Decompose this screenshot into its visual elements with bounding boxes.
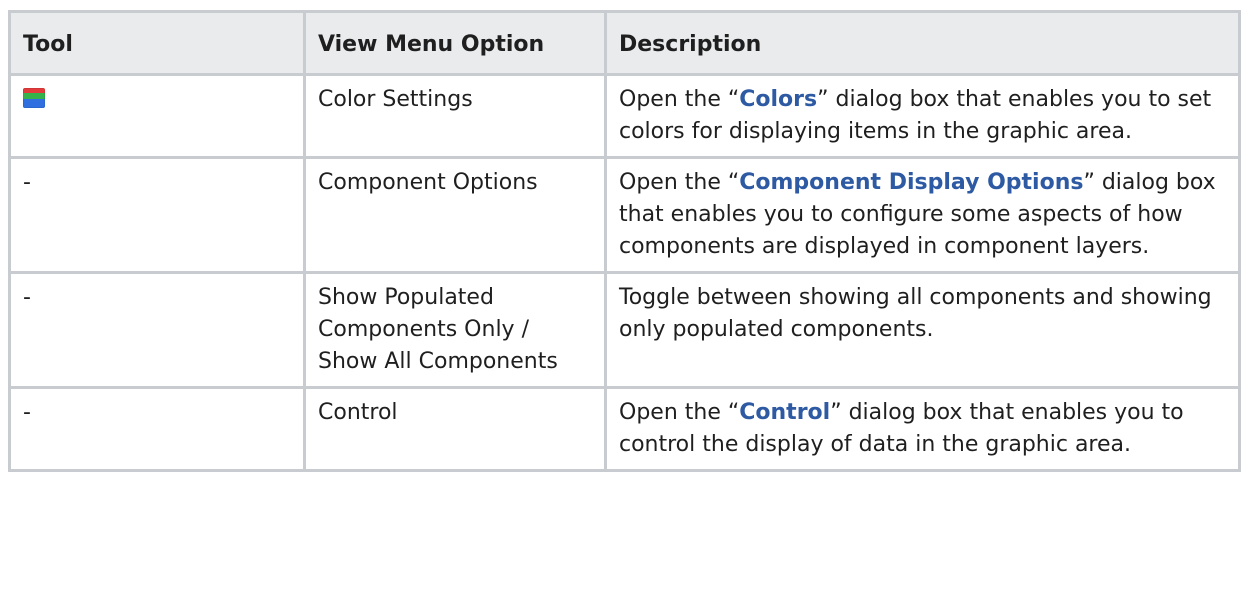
- description-text: Open the “: [619, 87, 740, 112]
- option-cell: Show Populated Components Only / Show Al…: [303, 271, 607, 389]
- option-cell: Component Options: [303, 156, 607, 274]
- table-row: - Show Populated Components Only / Show …: [8, 271, 1241, 389]
- description-cell: Toggle between showing all components an…: [604, 271, 1241, 389]
- description-cell: Open the “Colors” dialog box that enable…: [604, 73, 1241, 159]
- header-description: Description: [604, 10, 1241, 76]
- page: Tool View Menu Option Description Color …: [0, 0, 1245, 611]
- description-cell: Open the “Control” dialog box that enabl…: [604, 386, 1241, 472]
- tool-cell: -: [8, 156, 306, 274]
- table-row: - Control Open the “Control” dialog box …: [8, 386, 1241, 472]
- option-cell: Color Settings: [303, 73, 607, 159]
- table-row: - Component Options Open the “Component …: [8, 156, 1241, 274]
- tool-cell: -: [8, 386, 306, 472]
- header-tool: Tool: [8, 10, 306, 76]
- description-text: Open the “: [619, 170, 740, 195]
- table-row: Color Settings Open the “Colors” dialog …: [8, 73, 1241, 159]
- description-text: Open the “: [619, 400, 740, 425]
- component-display-options-link[interactable]: Component Display Options: [739, 170, 1083, 195]
- color-settings-icon[interactable]: [23, 88, 45, 108]
- option-cell: Control: [303, 386, 607, 472]
- tool-cell: [8, 73, 306, 159]
- tool-cell: -: [8, 271, 306, 389]
- colors-link[interactable]: Colors: [739, 87, 817, 112]
- view-menu-table: Tool View Menu Option Description Color …: [8, 10, 1241, 472]
- header-view-menu-option: View Menu Option: [303, 10, 607, 76]
- description-cell: Open the “Component Display Options” dia…: [604, 156, 1241, 274]
- table-header-row: Tool View Menu Option Description: [8, 10, 1241, 76]
- control-link[interactable]: Control: [739, 400, 830, 425]
